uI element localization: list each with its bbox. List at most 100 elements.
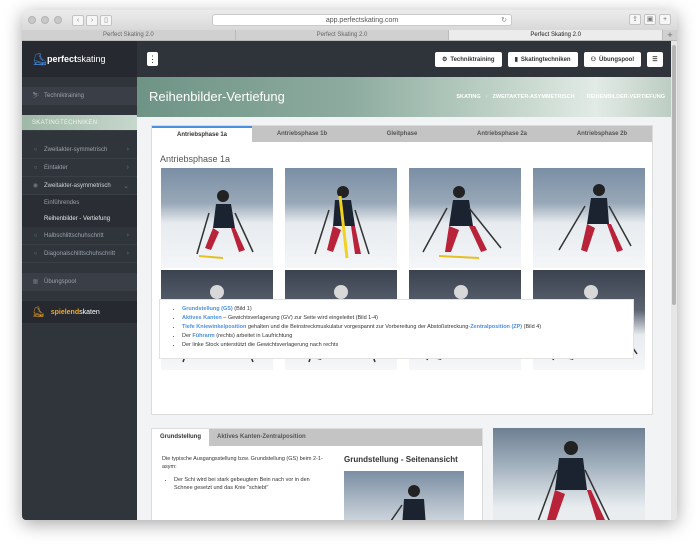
sidebar-item-uebungspool[interactable]: ▦ Übungspool xyxy=(22,273,137,291)
tab-aktives-kanten[interactable]: Aktives Kanten-Zentralposition xyxy=(209,429,314,446)
url-text: app.perfectskating.com xyxy=(325,17,399,24)
sidebar-item-label: Techniktraining xyxy=(44,92,85,99)
sidebar-item-label: Zweitakter-symmetrisch xyxy=(44,146,108,153)
term-link[interactable]: Tiefe Kniewinkelposition xyxy=(182,324,246,330)
term-link[interactable]: Aktives Kanten xyxy=(182,315,222,321)
button-label: Übungspool xyxy=(599,56,634,63)
techniktraining-button[interactable]: ⚙ Techniktraining xyxy=(434,52,502,67)
position-tabs: Grundstellung Aktives Kanten-Zentralposi… xyxy=(152,429,482,446)
new-tab-icon[interactable]: + xyxy=(659,14,671,25)
list-item: Grundstellung (GS) (Bild 1) xyxy=(182,305,623,314)
browser-tab[interactable]: Perfect Skating 2.0 xyxy=(22,30,236,40)
sidebar-toggle-icon[interactable]: ▯ xyxy=(100,14,112,26)
chevron-right-icon: › xyxy=(126,146,129,153)
tab-antriebsphase-1b[interactable]: Antriebsphase 1b xyxy=(252,126,352,142)
page-title: Reihenbilder-Vertiefung xyxy=(149,89,285,104)
breadcrumb-item[interactable]: SKATING xyxy=(456,94,480,100)
list-item: Der Führarm (rechts) arbeitet in Laufric… xyxy=(182,332,623,341)
more-menu-icon[interactable]: ⋮ xyxy=(147,52,158,66)
browser-tab[interactable]: Perfect Skating 2.0 xyxy=(236,30,450,40)
breadcrumb-item: REIHENBILDER-VERTIEFUNG xyxy=(586,94,665,100)
uebungspool-button[interactable]: ⚇ Übungspool xyxy=(583,52,641,67)
key-points-list: Grundstellung (GS) (Bild 1) Aktives Kant… xyxy=(159,299,634,359)
tab-grundstellung[interactable]: Grundstellung xyxy=(152,429,209,446)
tab-antriebsphase-2b[interactable]: Antriebsphase 2b xyxy=(552,126,652,142)
phase-panel: Antriebsphase 1a Antriebsphase 1b Gleitp… xyxy=(151,125,653,415)
sequence-image[interactable] xyxy=(533,168,645,268)
address-bar[interactable]: app.perfectskating.com ↻ xyxy=(212,14,512,26)
list-item-text: Der xyxy=(182,333,193,339)
sidebar-subitem-einfuehrendes[interactable]: Einführendes xyxy=(22,195,137,211)
list-item: Der linke Stock unterstützt die Gewichts… xyxy=(182,341,623,350)
sequence-image[interactable] xyxy=(285,168,397,268)
list-item-text: (rechts) arbeitet in Laufrichtung xyxy=(214,333,293,339)
skier-photo xyxy=(390,485,426,520)
page-header: Reihenbilder-Vertiefung SKATING › ZWEITA… xyxy=(137,77,677,117)
skier-photo xyxy=(196,190,254,259)
sequence-image[interactable] xyxy=(409,168,521,268)
spielend-skaten-link[interactable]: ⛸ spielendskaten xyxy=(22,301,137,323)
sidebar-item-zweitakter-asymmetrisch[interactable]: ◉ Zweitakter-asymmetrisch ⌄ xyxy=(22,177,137,195)
add-tab-icon[interactable]: + xyxy=(663,30,677,40)
grid-icon: ▦ xyxy=(32,279,39,285)
maximize-window-button[interactable] xyxy=(54,16,62,24)
sequence-image[interactable] xyxy=(161,168,273,268)
list-menu-icon[interactable]: ☰ xyxy=(647,52,663,67)
term-link[interactable]: Zentralposition (ZP) xyxy=(470,324,522,330)
sidebar: ⛸ perfectskating ⛷ Techniktraining SKATI… xyxy=(22,41,137,520)
page-scrollbar[interactable] xyxy=(671,41,677,520)
tab-antriebsphase-1a[interactable]: Antriebsphase 1a xyxy=(152,126,252,142)
sidebar-subitem-reihenbilder[interactable]: Reihenbilder - Vertiefung xyxy=(22,211,137,227)
term-link[interactable]: Führarm xyxy=(192,333,214,339)
title-bar: ‹ › ▯ app.perfectskating.com ↻ ⇪ ▣ + xyxy=(22,10,677,30)
bicycle-icon: ⚙ xyxy=(441,57,448,63)
list-item: Tiefe Kniewinkelposition gehalten und di… xyxy=(182,323,623,332)
circle-icon: ○ xyxy=(33,250,38,257)
sidebar-item-label: Eintakter xyxy=(44,164,68,171)
reload-icon[interactable]: ↻ xyxy=(501,15,507,26)
sidebar-item-zweitakter-symmetrisch[interactable]: ○ Zweitakter-symmetrisch › xyxy=(22,141,137,159)
breadcrumb-item[interactable]: ZWEITAKTER-ASYMMETRISCH xyxy=(493,94,575,100)
breadcrumb-separator: › xyxy=(485,94,488,100)
sidebar-item-label: Diagonalschlittschuhschritt xyxy=(44,250,116,257)
minimize-window-button[interactable] xyxy=(41,16,49,24)
sidebar-item-label: Übungspool xyxy=(44,278,77,285)
history-nav: ‹ › ▯ xyxy=(72,14,112,26)
brand-light: skating xyxy=(77,54,106,64)
detail-image[interactable] xyxy=(493,428,645,520)
skatingtechniken-button[interactable]: ▮ Skatingtechniken xyxy=(507,52,578,67)
circle-icon: ○ xyxy=(33,164,38,171)
tab-gleitphase[interactable]: Gleitphase xyxy=(352,126,452,142)
sidebar-item-label: Zweitakter-asymmetrisch xyxy=(44,182,111,189)
brand2-bold: spielend xyxy=(50,308,80,316)
list-item: Aktives Kanten – Gewichtsverlagerung (GV… xyxy=(182,314,623,323)
toolbar-right: ⇪ ▣ + xyxy=(629,14,671,25)
button-label: Skatingtechniken xyxy=(520,56,571,63)
logo[interactable]: ⛸ perfectskating xyxy=(22,41,137,77)
close-window-button[interactable] xyxy=(28,16,36,24)
skater-icon: ⛸ xyxy=(32,306,45,318)
side-view-image[interactable] xyxy=(344,471,464,520)
back-icon[interactable]: ‹ xyxy=(72,14,84,26)
tabs-overview-icon[interactable]: ▣ xyxy=(644,14,656,25)
window-controls xyxy=(28,16,62,24)
breadcrumb-separator: › xyxy=(579,94,582,100)
sidebar-item-eintakter[interactable]: ○ Eintakter › xyxy=(22,159,137,177)
chevron-right-icon: › xyxy=(126,232,129,239)
list-item-text: Der linke Stock unterstützt die Gewichts… xyxy=(182,342,339,348)
brand2-light: skaten xyxy=(79,308,100,316)
sidebar-item-diagonalschlittschuhschritt[interactable]: ○ Diagonalschlittschuhschritt › xyxy=(22,245,137,263)
share-icon[interactable]: ⇪ xyxy=(629,14,641,25)
tab-antriebsphase-2a[interactable]: Antriebsphase 2a xyxy=(452,126,552,142)
skier-photo xyxy=(422,186,502,259)
browser-tab-active[interactable]: Perfect Skating 2.0 xyxy=(449,30,664,40)
phase-tabs: Antriebsphase 1a Antriebsphase 1b Gleitp… xyxy=(152,126,652,142)
forward-icon[interactable]: › xyxy=(86,14,98,26)
scrollbar-thumb[interactable] xyxy=(672,45,676,305)
sidebar-item-halbschlittschuhschritt[interactable]: ○ Halbschlittschuhschritt › xyxy=(22,227,137,245)
sidebar-item-techniktraining[interactable]: ⛷ Techniktraining xyxy=(22,87,137,105)
list-item-text: (Bild 1) xyxy=(232,306,252,312)
term-link[interactable]: Grundstellung (GS) xyxy=(182,306,233,312)
